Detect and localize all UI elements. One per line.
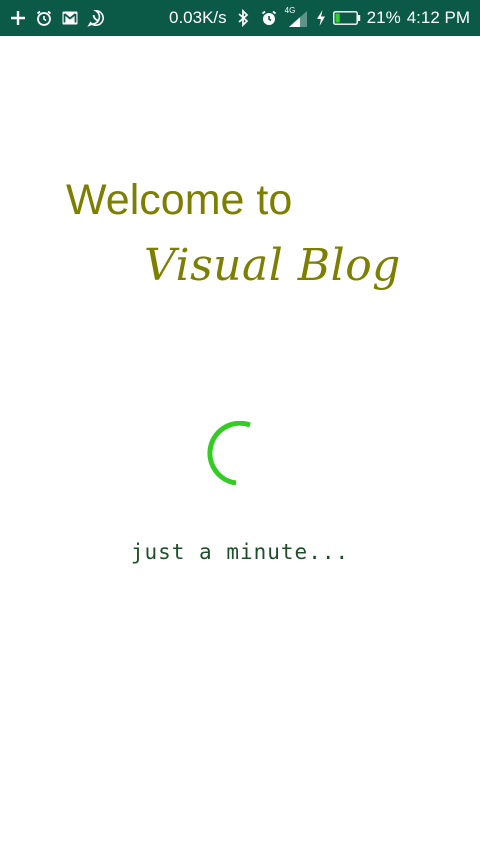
whatsapp-icon <box>86 8 106 28</box>
signal-4g-icon: 4G <box>284 6 309 28</box>
battery-level-fill <box>335 13 340 23</box>
battery-icon <box>332 8 361 28</box>
alarm-icon <box>259 8 279 28</box>
gmail-icon <box>60 8 80 28</box>
system-status: 0.03K/s 4G 21% 4:12 PM <box>169 0 470 36</box>
network-type-label: 4G <box>284 6 296 15</box>
battery-percent: 21% <box>366 8 401 27</box>
alarm-icon <box>34 8 54 28</box>
brand-logo-text: Visual Blog <box>144 240 401 291</box>
status-bar: 0.03K/s 4G 21% 4:12 PM <box>0 0 480 36</box>
network-speed: 0.03K/s <box>169 8 227 27</box>
plus-icon <box>8 8 28 28</box>
loading-message: just a minute... <box>130 540 350 564</box>
charging-bolt-icon <box>315 8 327 28</box>
bluetooth-icon <box>233 8 253 28</box>
loading-spinner <box>207 421 251 485</box>
clock-time: 4:12 PM <box>406 8 470 27</box>
welcome-heading: Welcome to <box>66 176 293 224</box>
notification-icons <box>8 0 106 36</box>
